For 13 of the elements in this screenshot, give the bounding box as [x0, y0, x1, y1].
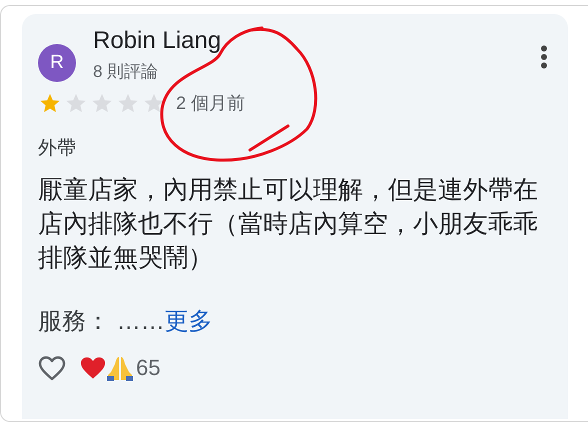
review-time: 2 個月前	[176, 92, 246, 115]
reaction-count: 65	[136, 355, 160, 381]
heart-icon	[80, 356, 106, 380]
like-heart-icon[interactable]	[38, 356, 66, 380]
author-name: Robin Liang	[93, 28, 222, 54]
avatar: R	[38, 44, 76, 82]
more-link[interactable]: 更多	[164, 305, 213, 337]
service-label: 服務： ……	[38, 307, 165, 337]
praying-hands-icon	[106, 355, 134, 381]
review-text: 厭童店家，內用禁止可以理解，但是連外帶在店內排隊也不行（當時店內算空，小朋友乖乖排隊並無哭鬧）	[38, 175, 539, 274]
order-type-tag: 外帶	[38, 135, 552, 161]
review-count: 8 則評論	[93, 61, 160, 83]
more-options-icon[interactable]	[540, 45, 548, 69]
